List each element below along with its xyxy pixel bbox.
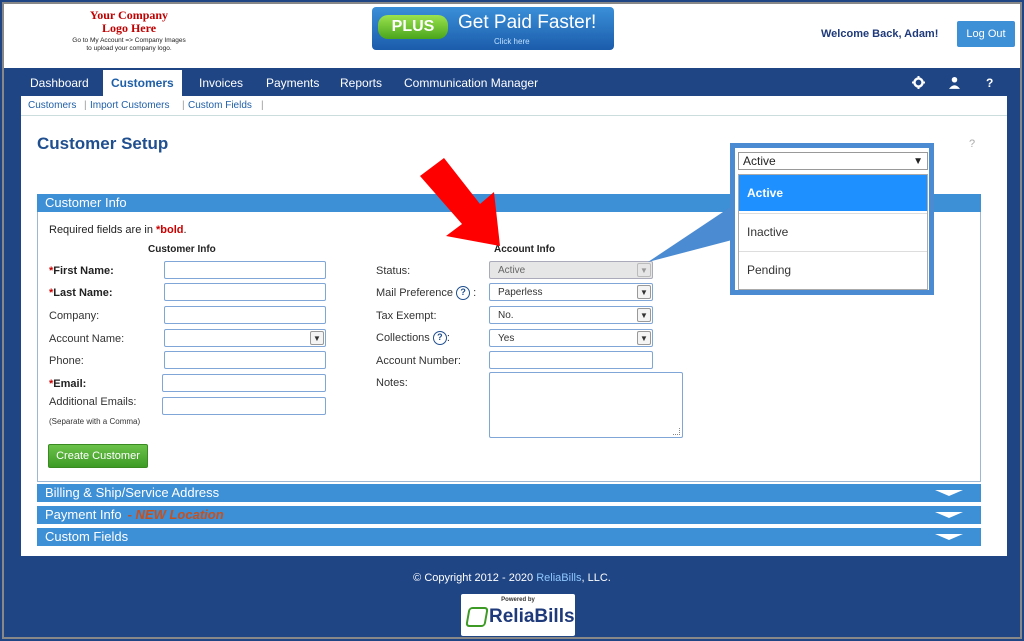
email-input[interactable]: [162, 374, 326, 392]
additional-emails-label: Additional Emails:: [49, 396, 137, 408]
tax-exempt-select[interactable]: No. ▼: [489, 306, 653, 324]
top-header: Your Company Logo Here Go to My Account …: [4, 4, 1020, 68]
section-customer-info-title: Customer Info: [45, 195, 127, 210]
account-number-label: Account Number:: [376, 355, 461, 367]
collections-select[interactable]: Yes ▼: [489, 329, 653, 347]
mail-preference-label: Mail Preference ? :: [376, 286, 477, 300]
account-name-label: Account Name:: [49, 333, 125, 345]
status-value: Active: [498, 265, 526, 276]
page-title: Customer Setup: [37, 134, 169, 153]
tax-exempt-label: Tax Exempt:: [376, 310, 437, 322]
sub-nav: Customers | Import Customers | Custom Fi…: [21, 96, 1007, 116]
nav-reports[interactable]: Reports: [340, 70, 382, 96]
notes-label: Notes:: [376, 377, 408, 389]
last-name-label: Last Name:: [49, 287, 112, 299]
reliabills-logo-icon: [465, 607, 489, 627]
subnav-separator: |: [84, 100, 87, 111]
create-customer-button[interactable]: Create Customer: [48, 444, 148, 468]
status-dropdown-select[interactable]: Active ▼: [738, 152, 928, 170]
tax-exempt-value: No.: [498, 310, 514, 321]
chevron-down-icon: [935, 490, 963, 496]
status-option-pending[interactable]: Pending: [739, 251, 927, 287]
section-custom-fields-title: Custom Fields: [45, 529, 129, 544]
collections-label: Collections ?:: [376, 331, 450, 345]
collections-value: Yes: [498, 333, 515, 344]
status-option-active[interactable]: Active: [739, 175, 927, 211]
account-name-select[interactable]: ▼: [164, 329, 326, 347]
first-name-input[interactable]: [164, 261, 326, 279]
section-custom-fields[interactable]: Custom Fields: [37, 528, 981, 546]
status-dropdown-value: Active: [743, 154, 776, 168]
section-billing-address[interactable]: Billing & Ship/Service Address: [37, 484, 981, 502]
status-label: Status:: [376, 265, 411, 277]
user-icon[interactable]: [949, 76, 960, 92]
chevron-down-icon: ▼: [637, 308, 651, 322]
company-input[interactable]: [164, 306, 326, 324]
subnav-customers[interactable]: Customers: [28, 100, 76, 111]
red-arrow-annotation: [420, 158, 500, 246]
customer-info-column-head: Customer Info: [148, 244, 216, 255]
nav-communication-manager[interactable]: Communication Manager: [404, 70, 538, 96]
account-number-input[interactable]: [489, 351, 653, 369]
chevron-down-icon: [935, 512, 963, 518]
app-window: Your Company Logo Here Go to My Account …: [2, 2, 1022, 639]
subnav-separator: |: [182, 100, 185, 111]
footer-brand-link[interactable]: ReliaBills: [536, 572, 581, 584]
chevron-down-icon: ▼: [637, 331, 651, 345]
powered-by-text: Powered by: [501, 597, 535, 603]
logout-button[interactable]: Log Out: [957, 21, 1015, 47]
subnav-import-customers[interactable]: Import Customers: [90, 100, 169, 111]
promo-title: Get Paid Faster!: [458, 12, 597, 33]
gear-icon[interactable]: [912, 76, 925, 92]
email-label: Email:: [49, 378, 86, 390]
main-nav: Dashboard Customers Invoices Payments Re…: [4, 70, 1020, 96]
nav-dashboard[interactable]: Dashboard: [30, 70, 89, 96]
chevron-down-icon: [935, 534, 963, 540]
help-icon[interactable]: ?: [986, 76, 993, 90]
additional-emails-note: (Separate with a Comma): [49, 417, 141, 426]
nav-invoices[interactable]: Invoices: [199, 70, 243, 96]
logo-line-2: Logo Here: [101, 21, 157, 35]
additional-emails-input[interactable]: [162, 397, 326, 415]
mail-preference-select[interactable]: Paperless ▼: [489, 283, 653, 301]
promo-click-here[interactable]: Click here: [494, 37, 530, 46]
required-note: Required fields are in *bold.: [49, 224, 187, 236]
status-dropdown-list: Active Inactive Pending: [738, 174, 928, 290]
help-circle-icon[interactable]: ?: [456, 286, 471, 300]
last-name-input[interactable]: [164, 283, 326, 301]
phone-label: Phone:: [49, 355, 84, 367]
first-name-label: First Name:: [49, 265, 114, 277]
caret-down-icon: ▼: [913, 156, 923, 167]
footer-copyright: © Copyright 2012 - 2020 ReliaBills, LLC.: [413, 572, 611, 584]
phone-input[interactable]: [164, 351, 326, 369]
section-payment-title: Payment Info: [45, 507, 122, 522]
nav-payments[interactable]: Payments: [266, 70, 319, 96]
subnav-separator: |: [261, 100, 264, 111]
status-dropdown-callout: Active ▼ Active Inactive Pending: [730, 143, 934, 295]
callout-pointer: [648, 206, 732, 262]
plus-badge: PLUS: [378, 15, 448, 39]
page-help-icon[interactable]: ?: [969, 138, 975, 150]
logo-note-1: Go to My Account => Company Images: [72, 37, 186, 44]
help-circle-icon[interactable]: ?: [432, 331, 447, 345]
powered-by-logo[interactable]: Powered by ReliaBills: [461, 594, 575, 636]
section-payment-info[interactable]: Payment Info - NEW Location: [37, 506, 981, 524]
welcome-message: Welcome Back, Adam!: [821, 28, 939, 40]
powered-by-brand: ReliaBills: [489, 606, 575, 627]
company-label: Company:: [49, 310, 100, 322]
status-select[interactable]: Active ▼: [489, 261, 653, 279]
section-billing-title: Billing & Ship/Service Address: [45, 485, 220, 500]
notes-textarea[interactable]: [489, 372, 683, 438]
chevron-down-icon: ▼: [637, 285, 651, 299]
chevron-down-icon: ▼: [310, 331, 324, 345]
subnav-custom-fields[interactable]: Custom Fields: [188, 100, 252, 111]
nav-customers[interactable]: Customers: [103, 70, 182, 96]
required-note-bold: *bold: [156, 224, 184, 236]
status-option-inactive[interactable]: Inactive: [739, 213, 927, 249]
logo-note-2: to upload your company logo.: [86, 45, 172, 52]
promo-banner[interactable]: PLUS Get Paid Faster! Click here: [372, 7, 614, 50]
mail-preference-value: Paperless: [498, 287, 543, 298]
new-location-badge: - NEW Location: [127, 507, 224, 522]
company-logo-placeholder: Your Company Logo Here Go to My Account …: [54, 9, 204, 53]
